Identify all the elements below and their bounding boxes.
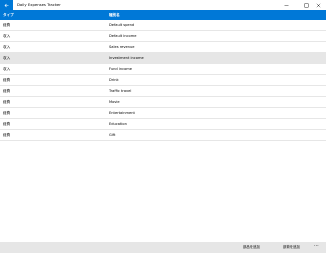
table-row[interactable]: 経費 Traffic travel — [0, 86, 326, 97]
title-bar: Daily Expenses Tracker — [0, 0, 326, 10]
back-button[interactable] — [0, 0, 13, 10]
row-category: Traffic travel — [109, 89, 132, 93]
table-row[interactable]: 経費 Education — [0, 119, 326, 130]
close-icon — [316, 3, 320, 7]
add-expense-button[interactable]: 部費を追加 — [283, 242, 300, 253]
row-category: Fund income — [109, 67, 133, 71]
row-type: 経費 — [3, 133, 11, 137]
row-type: 収入 — [3, 45, 11, 49]
row-category: Movie — [109, 100, 120, 104]
row-type: 経費 — [3, 89, 11, 93]
row-type: 経費 — [3, 23, 11, 27]
table-row[interactable]: 収入 Fund income — [0, 64, 326, 75]
row-category: Gift — [109, 133, 116, 137]
row-category: Sales revenue — [109, 45, 135, 49]
row-type: 経費 — [3, 78, 11, 82]
column-header-type[interactable]: タイプ — [3, 10, 14, 20]
row-category: Default spend — [109, 23, 135, 27]
table-row[interactable]: 収入 Sales revenue — [0, 42, 326, 53]
row-category: Investment income — [109, 56, 144, 60]
row-type: 経費 — [3, 100, 11, 104]
row-category: Drink — [109, 78, 119, 82]
table-row[interactable]: 収入 Default income — [0, 31, 326, 42]
command-bar: 部品を追加 部費を追加 ··· — [0, 242, 326, 253]
row-type: 収入 — [3, 67, 11, 71]
minimize-button[interactable] — [278, 0, 294, 10]
row-type: 収入 — [3, 34, 11, 38]
add-category-button[interactable]: 部品を追加 — [243, 242, 260, 253]
row-category: Education — [109, 122, 127, 126]
row-type: 経費 — [3, 111, 11, 115]
more-button[interactable]: ··· — [314, 242, 319, 251]
table-row-selected[interactable]: 収入 Investment income — [0, 53, 326, 64]
close-button[interactable] — [310, 0, 326, 10]
table-row[interactable]: 経費 Movie — [0, 97, 326, 108]
row-type: 収入 — [3, 56, 11, 60]
category-list: 経費 Default spend 収入 Default income 収入 Sa… — [0, 20, 326, 141]
table-row[interactable]: 経費 Drink — [0, 75, 326, 86]
table-header: タイプ 種別名 — [0, 10, 326, 20]
back-arrow-icon — [4, 3, 9, 7]
row-category: Entertainment — [109, 111, 135, 115]
column-header-category[interactable]: 種別名 — [109, 10, 120, 20]
table-row[interactable]: 経費 Gift — [0, 130, 326, 141]
row-type: 経費 — [3, 122, 11, 126]
row-category: Default income — [109, 34, 137, 38]
minimize-icon — [284, 4, 288, 6]
table-row[interactable]: 経費 Default spend — [0, 20, 326, 31]
table-row[interactable]: 経費 Entertainment — [0, 108, 326, 119]
window-title: Daily Expenses Tracker — [17, 2, 61, 7]
maximize-icon — [304, 3, 308, 7]
